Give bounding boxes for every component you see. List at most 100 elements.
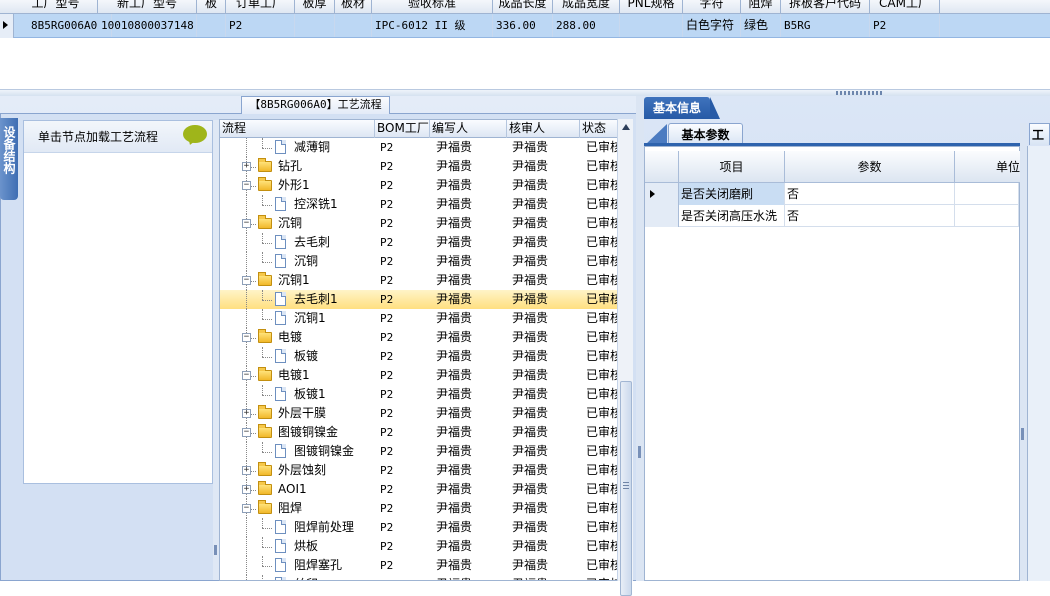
cell-acceptance-standard[interactable]: IPC-6012 II 级 [372,14,493,37]
cell-bom-factory[interactable]: P2 [380,176,430,195]
cell-status[interactable]: 已审核 [586,157,618,176]
table-row[interactable]: 8B5RG006A0 10010800037148 P2 IPC-6012 II… [14,14,1050,38]
cell-bom-factory[interactable]: P2 [380,442,430,461]
collapse-icon[interactable]: − [242,181,251,190]
cell-bom-factory[interactable]: P2 [380,366,430,385]
cell-reviewer[interactable]: 尹福贵 [512,518,580,537]
col-header-unit[interactable]: 单位 [955,151,1025,183]
col-header-factory-model[interactable]: 工厂型号 [14,0,98,13]
cell-status[interactable]: 已审核 [586,575,618,580]
cell-writer[interactable]: 尹福贵 [436,214,506,233]
tree-node-label[interactable]: 外层干膜 [278,404,375,423]
row-indicator[interactable] [645,183,679,205]
tree-node-label[interactable]: 去毛刺1 [294,290,375,309]
cell-bom-factory[interactable]: P2 [380,575,430,580]
cell-bom-factory[interactable]: P2 [380,556,430,575]
col-header-item[interactable]: 项目 [679,151,785,183]
tree-node-label[interactable]: 去毛刺 [294,233,375,252]
cell-solder-mask[interactable]: 绿色 [741,14,781,37]
tree-row[interactable]: +钻孔P2尹福贵尹福贵已审核 [220,157,618,176]
tree-node-label[interactable]: 沉铜 [294,252,375,271]
tree-row[interactable]: 板镀P2尹福贵尹福贵已审核 [220,347,618,366]
cell-reviewer[interactable]: 尹福贵 [512,442,580,461]
tab-basic-info[interactable]: 基本信息 [644,97,720,119]
process-tree-grid[interactable]: 流程 BOM工厂 编写人 核审人 状态 减薄铜P2尹福贵尹福贵已审核+钻孔P2尹… [219,119,633,581]
tree-node-label[interactable]: 图镀铜镍金 [294,442,375,461]
center-splitter[interactable] [636,96,644,581]
params-row[interactable]: 是否关闭高压水洗 否 [645,205,1019,227]
col-header-acceptance-standard[interactable]: 验收标准 [372,0,493,13]
cell-bom-factory[interactable]: P2 [380,385,430,404]
cell-writer[interactable]: 尹福贵 [436,157,506,176]
params-grid[interactable]: 项目 参数 单位 是否关闭磨刷 否 是否关闭高压水洗 否 [644,146,1025,581]
cell-bom-factory[interactable]: P2 [380,290,430,309]
cell-board[interactable] [197,14,226,37]
cell-status[interactable]: 已审核 [586,518,618,537]
tree-node-label[interactable]: 钻孔 [278,157,375,176]
cell-reviewer[interactable]: 尹福贵 [512,556,580,575]
collapse-icon[interactable]: − [242,428,251,437]
collapse-icon[interactable]: − [242,333,251,342]
tree-row[interactable]: 图镀铜镍金P2尹福贵尹福贵已审核 [220,442,618,461]
cell-width[interactable]: 288.00 [553,14,620,37]
collapse-icon[interactable]: − [242,276,251,285]
cell-new-factory-model[interactable]: 10010800037148 [98,14,197,37]
tree-row[interactable]: −外形1P2尹福贵尹福贵已审核 [220,176,618,195]
tree-node-label[interactable]: 阻焊塞孔 [294,556,375,575]
tree-row[interactable]: −电镀P2尹福贵尹福贵已审核 [220,328,618,347]
cell-bom-factory[interactable]: P2 [380,271,430,290]
cell-writer[interactable]: 尹福贵 [436,176,506,195]
tree-node-label[interactable]: 沉铜1 [278,271,375,290]
cell-reviewer[interactable]: 尹福贵 [512,233,580,252]
cell-status[interactable]: 已审核 [586,499,618,518]
cell-status[interactable]: 已审核 [586,176,618,195]
tree-node-label[interactable]: 减薄铜 [294,138,375,157]
tree-row[interactable]: 去毛刺1P2尹福贵尹福贵已审核 [220,290,618,309]
collapse-icon[interactable]: − [242,219,251,228]
cell-status[interactable]: 已审核 [586,385,618,404]
cell-reviewer[interactable]: 尹福贵 [512,309,580,328]
col-header-customer-code[interactable]: 拆板客户代码 [781,0,870,13]
col-header-new-factory-model[interactable]: 新工厂型号 [98,0,197,13]
param-unit[interactable] [955,205,1019,227]
cell-reviewer[interactable]: 尹福贵 [512,290,580,309]
tree-node-label[interactable]: 电镀 [278,328,375,347]
cell-reviewer[interactable]: 尹福贵 [512,385,580,404]
tree-node-label[interactable]: 沉铜1 [294,309,375,328]
cell-status[interactable]: 已审核 [586,556,618,575]
cell-writer[interactable]: 尹福贵 [436,347,506,366]
col-header-material[interactable]: 板材 [335,0,372,13]
cell-writer[interactable]: 尹福贵 [436,328,506,347]
cell-bom-factory[interactable]: P2 [380,518,430,537]
tree-row[interactable]: 阻焊塞孔P2尹福贵尹福贵已审核 [220,556,618,575]
cell-reviewer[interactable]: 尹福贵 [512,176,580,195]
cell-reviewer[interactable]: 尹福贵 [512,480,580,499]
cell-reviewer[interactable]: 尹福贵 [512,195,580,214]
cell-bom-factory[interactable]: P2 [380,195,430,214]
tree-node-label[interactable]: 外形1 [278,176,375,195]
tree-node-label[interactable]: 沉铜 [278,214,375,233]
cell-status[interactable]: 已审核 [586,290,618,309]
tree-row[interactable]: 沉铜P2尹福贵尹福贵已审核 [220,252,618,271]
tree-row[interactable]: 阻焊前处理P2尹福贵尹福贵已审核 [220,518,618,537]
scroll-thumb[interactable] [620,381,632,596]
params-row[interactable]: 是否关闭磨刷 否 [645,183,1019,205]
col-header-board[interactable]: 板 [197,0,226,13]
tree-row[interactable]: +AOI1P2尹福贵尹福贵已审核 [220,480,618,499]
cell-reviewer[interactable]: 尹福贵 [512,214,580,233]
param-unit[interactable] [955,183,1019,205]
tree-row[interactable]: 烘板P2尹福贵尹福贵已审核 [220,537,618,556]
tree-node-label[interactable]: 图镀铜镍金 [278,423,375,442]
cell-status[interactable]: 已审核 [586,347,618,366]
cell-writer[interactable]: 尹福贵 [436,290,506,309]
cell-writer[interactable]: 尹福贵 [436,252,506,271]
expand-icon[interactable]: + [242,466,251,475]
cell-status[interactable]: 已审核 [586,461,618,480]
tab-basic-params[interactable]: 基本参数 [668,123,743,145]
col-header-width[interactable]: 成品宽度 [553,0,620,13]
tab-process[interactable]: 工艺 [1029,123,1050,145]
tree-scrollbar[interactable] [617,119,633,596]
cell-bom-factory[interactable]: P2 [380,499,430,518]
cell-pnl[interactable] [620,14,683,37]
cell-reviewer[interactable]: 尹福贵 [512,423,580,442]
